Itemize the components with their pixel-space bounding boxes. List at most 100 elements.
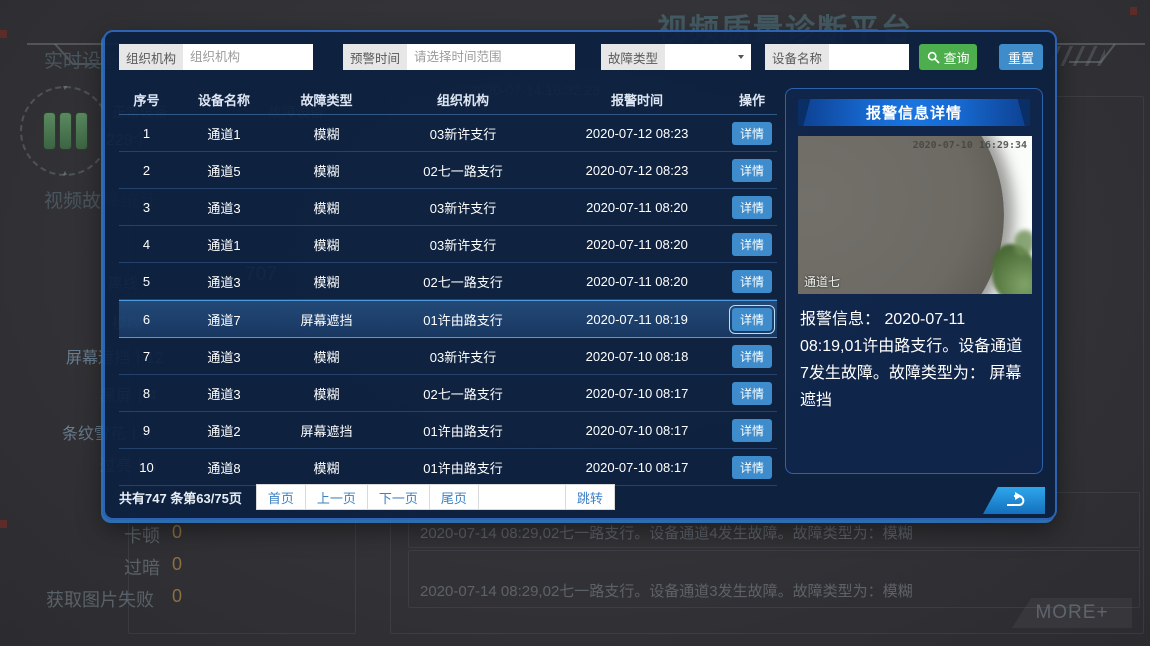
- cell-seq: 6: [119, 312, 174, 327]
- cell-time: 2020-07-10 08:17: [547, 386, 727, 401]
- stat-label-dark: 过暗: [60, 554, 160, 580]
- detail-button[interactable]: 详情: [732, 159, 772, 182]
- cell-seq: 10: [119, 460, 174, 475]
- header-action: 操作: [727, 90, 777, 109]
- more-button[interactable]: MORE+: [1012, 598, 1132, 628]
- search-button-label: 查询: [944, 48, 970, 67]
- search-icon: [927, 51, 940, 64]
- cell-fault: 模糊: [274, 458, 379, 477]
- cell-fault: 模糊: [274, 198, 379, 217]
- table-row[interactable]: 2 通道5 模糊 02七一路支行 2020-07-12 08:23 详情: [119, 152, 777, 189]
- detail-button[interactable]: 详情: [732, 382, 772, 405]
- cell-time: 2020-07-10 08:18: [547, 349, 727, 364]
- table-row[interactable]: 6 通道7 屏幕遮挡 01许由路支行 2020-07-11 08:19 详情: [119, 300, 777, 338]
- org-filter-input[interactable]: [183, 44, 313, 70]
- reset-button-label: 重置: [1008, 48, 1034, 67]
- detail-button[interactable]: 详情: [732, 345, 772, 368]
- cell-device: 通道3: [174, 272, 274, 291]
- table-row[interactable]: 1 通道1 模糊 03新许支行 2020-07-12 08:23 详情: [119, 115, 777, 152]
- first-page-button[interactable]: 首页: [257, 485, 305, 509]
- cell-time: 2020-07-11 08:19: [547, 312, 727, 327]
- stat-label-lag: 卡顿: [60, 522, 160, 548]
- cell-action: 详情: [727, 270, 777, 293]
- device-name-input[interactable]: [829, 44, 909, 70]
- cell-action: 详情: [727, 159, 777, 182]
- cell-device: 通道3: [174, 198, 274, 217]
- stat-value-lag: 0: [172, 522, 182, 543]
- detail-button[interactable]: 详情: [732, 419, 772, 442]
- alarm-detail-text: 报警信息： 2020-07-11 08:19,01许由路支行。设备通道7发生故障…: [800, 306, 1028, 414]
- header-seq: 序号: [119, 90, 174, 109]
- cell-org: 03新许支行: [379, 347, 547, 366]
- table-header-row: 序号 设备名称 故障类型 组织机构 报警时间 操作: [119, 84, 777, 115]
- screen-occlusion-shape: [798, 136, 1004, 294]
- cell-action: 详情: [727, 308, 777, 331]
- cell-fault: 屏幕遮挡: [274, 310, 379, 329]
- cell-seq: 8: [119, 386, 174, 401]
- table-row[interactable]: 4 通道1 模糊 03新许支行 2020-07-11 08:20 详情: [119, 226, 777, 263]
- cell-action: 详情: [727, 196, 777, 219]
- cell-time: 2020-07-11 08:20: [547, 237, 727, 252]
- cell-fault: 模糊: [274, 161, 379, 180]
- cell-time: 2020-07-11 08:20: [547, 274, 727, 289]
- table-row[interactable]: 10 通道8 模糊 01许由路支行 2020-07-10 08:17 详情: [119, 449, 777, 486]
- collapse-return-button[interactable]: [983, 487, 1045, 514]
- curved-return-arrow-icon: [1002, 492, 1030, 509]
- alarm-table: 序号 设备名称 故障类型 组织机构 报警时间 操作 1 通道1 模糊 03新许支…: [119, 84, 777, 486]
- search-button[interactable]: 查询: [919, 44, 977, 70]
- cell-org: 02七一路支行: [379, 272, 547, 291]
- caret-down-icon: [738, 55, 744, 59]
- cell-org: 02七一路支行: [379, 384, 547, 403]
- cell-action: 详情: [727, 419, 777, 442]
- cell-fault: 模糊: [274, 124, 379, 143]
- detail-button[interactable]: 详情: [732, 122, 772, 145]
- header-time: 报警时间: [547, 90, 727, 109]
- cell-fault: 模糊: [274, 384, 379, 403]
- fault-type-select[interactable]: [665, 44, 751, 70]
- device-filter-group: 设备名称: [765, 44, 909, 70]
- last-page-button[interactable]: 尾页: [429, 485, 478, 509]
- detail-button[interactable]: 详情: [732, 456, 772, 479]
- next-page-button[interactable]: 下一页: [367, 485, 429, 509]
- filter-bar: 组织机构 预警时间 故障类型 设备名称 查询: [119, 44, 1043, 70]
- reset-button[interactable]: 重置: [999, 44, 1043, 70]
- detail-button[interactable]: 详情: [732, 308, 772, 331]
- corner-deco-right: [1055, 40, 1147, 70]
- table-row[interactable]: 7 通道3 模糊 03新许支行 2020-07-10 08:18 详情: [119, 338, 777, 375]
- cell-seq: 9: [119, 423, 174, 438]
- cell-seq: 1: [119, 126, 174, 141]
- device-gauge: [20, 86, 110, 176]
- table-row[interactable]: 3 通道3 模糊 03新许支行 2020-07-11 08:20 详情: [119, 189, 777, 226]
- cell-device: 通道8: [174, 458, 274, 477]
- gauge-bar: [44, 113, 55, 149]
- detail-panel-title: 报警信息详情: [798, 99, 1030, 126]
- cell-device: 通道2: [174, 421, 274, 440]
- detail-button[interactable]: 详情: [732, 196, 772, 219]
- pagination-group: 首页 上一页 下一页 尾页 跳转: [256, 484, 615, 510]
- table-row[interactable]: 9 通道2 屏幕遮挡 01许由路支行 2020-07-10 08:17 详情: [119, 412, 777, 449]
- stat-label-fetch-fail: 获取图片失败: [46, 586, 154, 612]
- edge-marker: [1130, 7, 1137, 15]
- time-range-input[interactable]: [407, 44, 575, 70]
- header-org: 组织机构: [379, 90, 547, 109]
- jump-button[interactable]: 跳转: [565, 485, 614, 509]
- prev-page-button[interactable]: 上一页: [305, 485, 367, 509]
- snapshot-timestamp: 2020-07-10 16:29:34: [913, 140, 1027, 151]
- gauge-bar: [76, 113, 87, 149]
- table-row[interactable]: 5 通道3 模糊 02七一路支行 2020-07-11 08:20 详情: [119, 263, 777, 300]
- page-jump-input[interactable]: [478, 485, 565, 509]
- edge-marker: [0, 30, 7, 38]
- table-row[interactable]: 8 通道3 模糊 02七一路支行 2020-07-10 08:17 详情: [119, 375, 777, 412]
- pagination-summary: 共有747 条第63/75页: [119, 488, 242, 507]
- cell-org: 03新许支行: [379, 124, 547, 143]
- cell-fault: 模糊: [274, 272, 379, 291]
- cell-time: 2020-07-10 08:17: [547, 423, 727, 438]
- cell-device: 通道5: [174, 161, 274, 180]
- cell-seq: 7: [119, 349, 174, 364]
- cell-time: 2020-07-12 08:23: [547, 163, 727, 178]
- fault-type-label: 故障类型: [601, 44, 665, 70]
- detail-button[interactable]: 详情: [732, 270, 772, 293]
- org-filter-group: 组织机构: [119, 44, 313, 70]
- org-filter-label: 组织机构: [119, 44, 183, 70]
- detail-button[interactable]: 详情: [732, 233, 772, 256]
